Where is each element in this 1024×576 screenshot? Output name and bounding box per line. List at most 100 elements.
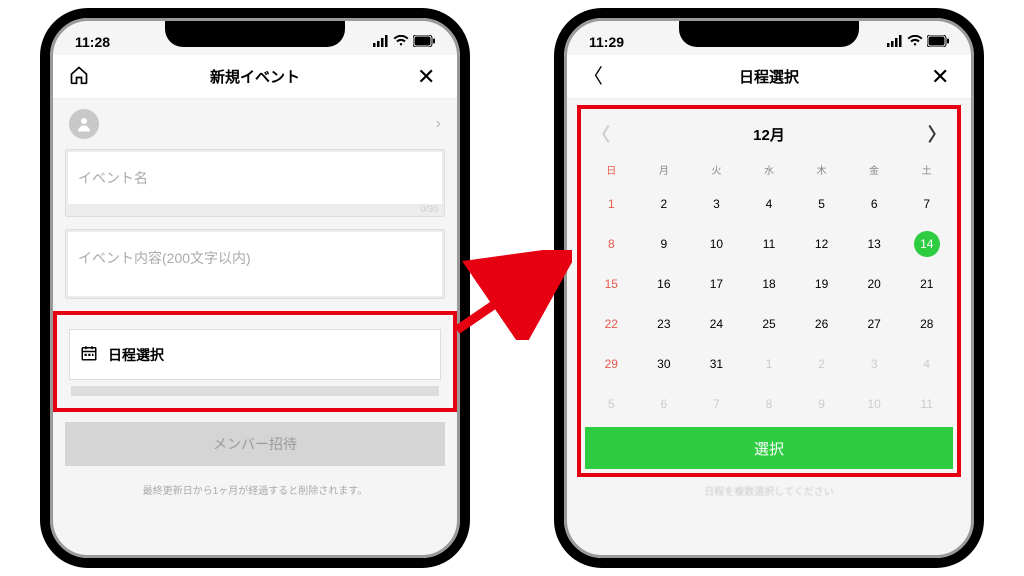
battery-icon (927, 34, 949, 50)
day-cell: 1 (743, 344, 796, 384)
day-cell: 2 (795, 344, 848, 384)
day-cell[interactable]: 8 (585, 224, 638, 264)
day-cell[interactable]: 2 (638, 184, 691, 224)
calendar-icon (80, 344, 98, 365)
status-time: 11:29 (589, 34, 659, 50)
day-cell[interactable]: 17 (690, 264, 743, 304)
week-row: 1234567 (585, 184, 953, 224)
day-cell[interactable]: 6 (848, 184, 901, 224)
day-cell[interactable]: 1 (585, 184, 638, 224)
dow-label: 月 (638, 155, 691, 184)
day-cell[interactable]: 19 (795, 264, 848, 304)
dow-label: 金 (848, 155, 901, 184)
close-icon[interactable]: ✕ (417, 66, 441, 88)
member-invite-button[interactable]: メンバー招待 (65, 422, 445, 466)
day-cell[interactable]: 21 (900, 264, 953, 304)
nav-bar: 新規イベント ✕ (53, 55, 457, 99)
prev-month-button[interactable]: 〈 (591, 121, 611, 147)
day-cell[interactable]: 26 (795, 304, 848, 344)
day-cell[interactable]: 16 (638, 264, 691, 304)
notch (165, 19, 345, 47)
week-row: 891011121314 (585, 224, 953, 264)
dow-label: 火 (690, 155, 743, 184)
dow-label: 日 (585, 155, 638, 184)
footnote-text: 最終更新日から1ヶ月が経過すると削除されます。 (65, 476, 445, 503)
nav-bar: 〈 日程選択 ✕ (567, 55, 971, 99)
close-icon[interactable]: ✕ (931, 66, 955, 88)
week-row: 2930311234 (585, 344, 953, 384)
phone-right: 11:29 〈 日程選択 ✕ 〈 12月 〉 日月火水木金土 123456789… (554, 8, 984, 568)
dow-label: 土 (900, 155, 953, 184)
event-desc-input[interactable]: イベント内容(200文字以内) (68, 232, 442, 296)
day-cell[interactable]: 23 (638, 304, 691, 344)
signal-icon (373, 34, 389, 50)
battery-icon (413, 34, 435, 50)
calendar-body: 1234567891011121314151617181920212223242… (585, 184, 953, 424)
week-row: 15161718192021 (585, 264, 953, 304)
wifi-icon (393, 34, 409, 50)
dow-row: 日月火水木金土 (585, 155, 953, 184)
event-name-input[interactable]: イベント名 (68, 152, 442, 204)
week-row: 22232425262728 (585, 304, 953, 344)
day-cell: 6 (638, 384, 691, 424)
event-name-block: イベント名 0/30 (65, 149, 445, 217)
day-cell[interactable]: 27 (848, 304, 901, 344)
day-cell[interactable]: 20 (848, 264, 901, 304)
day-cell[interactable]: 31 (690, 344, 743, 384)
day-cell[interactable]: 18 (743, 264, 796, 304)
day-cell[interactable]: 14 (900, 224, 953, 264)
day-cell: 8 (743, 384, 796, 424)
home-icon[interactable] (69, 65, 93, 89)
day-cell[interactable]: 7 (900, 184, 953, 224)
day-cell: 7 (690, 384, 743, 424)
status-time: 11:28 (75, 34, 145, 50)
gray-bar (71, 386, 439, 396)
event-name-counter: 0/30 (68, 204, 442, 214)
day-cell[interactable]: 13 (848, 224, 901, 264)
arrow-annotation (452, 250, 572, 340)
phone-left: 11:28 新規イベント ✕ › イベント名 0/30 イベント内容(200文字… (40, 8, 470, 568)
next-month-button[interactable]: 〉 (927, 121, 947, 147)
date-select-button[interactable]: 日程選択 (69, 329, 441, 380)
confirm-select-button[interactable]: 選択 (585, 427, 953, 469)
day-cell[interactable]: 9 (638, 224, 691, 264)
event-desc-block: イベント内容(200文字以内) (65, 229, 445, 299)
wifi-icon (907, 34, 923, 50)
day-cell[interactable]: 22 (585, 304, 638, 344)
dow-label: 木 (795, 155, 848, 184)
day-cell: 5 (585, 384, 638, 424)
day-cell[interactable]: 30 (638, 344, 691, 384)
day-cell[interactable]: 28 (900, 304, 953, 344)
chevron-right-icon: › (436, 115, 441, 133)
page-title: 新規イベント (93, 66, 417, 87)
day-cell[interactable]: 12 (795, 224, 848, 264)
calendar-highlight: 〈 12月 〉 日月火水木金土 123456789101112131415161… (577, 105, 961, 477)
day-cell: 4 (900, 344, 953, 384)
back-icon[interactable]: 〈 (583, 67, 607, 87)
day-cell[interactable]: 5 (795, 184, 848, 224)
day-cell: 10 (848, 384, 901, 424)
week-row: 567891011 (585, 384, 953, 424)
day-cell[interactable]: 10 (690, 224, 743, 264)
day-cell: 3 (848, 344, 901, 384)
dow-label: 水 (743, 155, 796, 184)
date-select-highlight: 日程選択 (53, 311, 457, 412)
notch (679, 19, 859, 47)
page-title: 日程選択 (607, 66, 931, 87)
day-cell: 9 (795, 384, 848, 424)
day-cell: 11 (900, 384, 953, 424)
date-select-label: 日程選択 (108, 345, 164, 365)
day-cell[interactable]: 24 (690, 304, 743, 344)
profile-row[interactable]: › (65, 99, 445, 149)
hint-text: 日程を複数選択してください (577, 477, 961, 504)
signal-icon (887, 34, 903, 50)
day-cell[interactable]: 15 (585, 264, 638, 304)
day-cell[interactable]: 25 (743, 304, 796, 344)
calendar-header: 〈 12月 〉 (585, 113, 953, 155)
day-cell[interactable]: 3 (690, 184, 743, 224)
day-cell[interactable]: 11 (743, 224, 796, 264)
avatar-icon (69, 109, 99, 139)
month-label: 12月 (753, 124, 785, 145)
day-cell[interactable]: 4 (743, 184, 796, 224)
day-cell[interactable]: 29 (585, 344, 638, 384)
